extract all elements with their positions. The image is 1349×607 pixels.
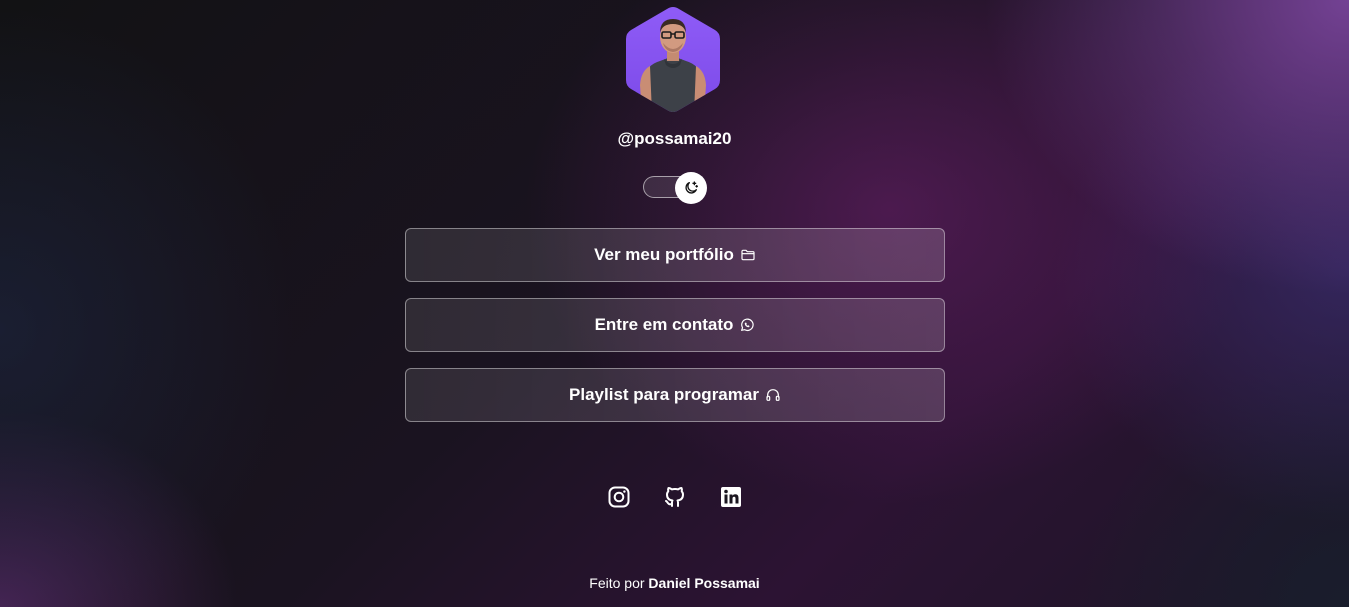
- footer: Feito por Daniel Possamai: [0, 575, 1349, 591]
- footer-prefix: Feito por: [589, 575, 645, 591]
- headphones-icon: [765, 387, 781, 403]
- link-list: Ver meu portfólio Entre em contato Playl…: [405, 228, 945, 438]
- whatsapp-icon: [739, 317, 755, 333]
- folder-icon: [740, 247, 756, 263]
- username: @possamai20: [617, 129, 732, 148]
- footer-author-link[interactable]: Daniel Possamai: [648, 575, 759, 591]
- playlist-link-label: Playlist para programar: [569, 385, 759, 404]
- playlist-link-button[interactable]: Playlist para programar: [405, 368, 945, 422]
- page: @possamai20 Ver meu portfólio Entre em c…: [0, 0, 1349, 607]
- github-icon[interactable]: [663, 485, 687, 509]
- moon-stars-icon: [685, 181, 698, 194]
- portfolio-link-button[interactable]: Ver meu portfólio: [405, 228, 945, 282]
- instagram-icon[interactable]: [607, 485, 631, 509]
- contact-link-button[interactable]: Entre em contato: [405, 298, 945, 352]
- portfolio-link-label: Ver meu portfólio: [594, 245, 734, 264]
- theme-toggle-knob[interactable]: [675, 172, 707, 204]
- contact-link-label: Entre em contato: [594, 315, 734, 334]
- avatar: [626, 7, 720, 112]
- linkedin-icon[interactable]: [719, 485, 743, 509]
- social-links: [0, 485, 1349, 509]
